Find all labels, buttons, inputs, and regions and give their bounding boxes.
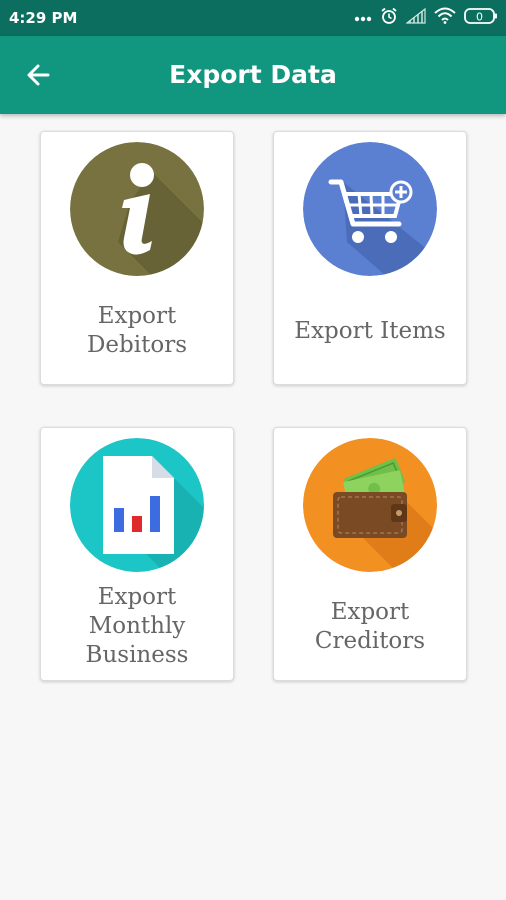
export-creditors-label: Export Creditors bbox=[274, 598, 466, 656]
export-creditors-card[interactable]: Export Creditors bbox=[273, 427, 467, 681]
label-line: Monthly bbox=[88, 613, 186, 639]
shopping-cart-add-icon bbox=[303, 142, 437, 276]
export-monthly-business-card[interactable]: Export Monthly Business bbox=[40, 427, 234, 681]
label-line: Export Items bbox=[294, 318, 446, 344]
label-line: Export bbox=[330, 599, 410, 625]
signal-icon bbox=[405, 7, 426, 29]
label-line: Creditors bbox=[314, 628, 426, 654]
export-debitors-card[interactable]: Export Debitors bbox=[40, 131, 234, 385]
export-items-label: Export Items bbox=[274, 317, 466, 346]
page-title: Export Data bbox=[169, 60, 337, 89]
battery-icon: 0 bbox=[464, 7, 498, 30]
more-dots-icon bbox=[354, 9, 372, 27]
app-bar: Export Data bbox=[0, 36, 506, 114]
status-bar: 4:29 PM 0 bbox=[0, 0, 506, 36]
wifi-icon bbox=[434, 7, 456, 29]
status-time: 4:29 PM bbox=[9, 9, 78, 27]
alarm-icon bbox=[380, 7, 398, 30]
label-line: Export bbox=[97, 303, 177, 329]
bar-chart-document-icon bbox=[70, 438, 204, 572]
export-items-card[interactable]: Export Items bbox=[273, 131, 467, 385]
info-icon bbox=[70, 142, 204, 276]
export-debitors-label: Export Debitors bbox=[41, 302, 233, 360]
label-line: Export bbox=[97, 584, 177, 610]
status-icons: 0 bbox=[354, 7, 498, 30]
export-monthly-business-label: Export Monthly Business bbox=[41, 583, 233, 670]
wallet-icon bbox=[303, 438, 437, 572]
label-line: Debitors bbox=[86, 332, 188, 358]
label-line: Business bbox=[85, 642, 189, 668]
battery-level: 0 bbox=[476, 10, 483, 23]
